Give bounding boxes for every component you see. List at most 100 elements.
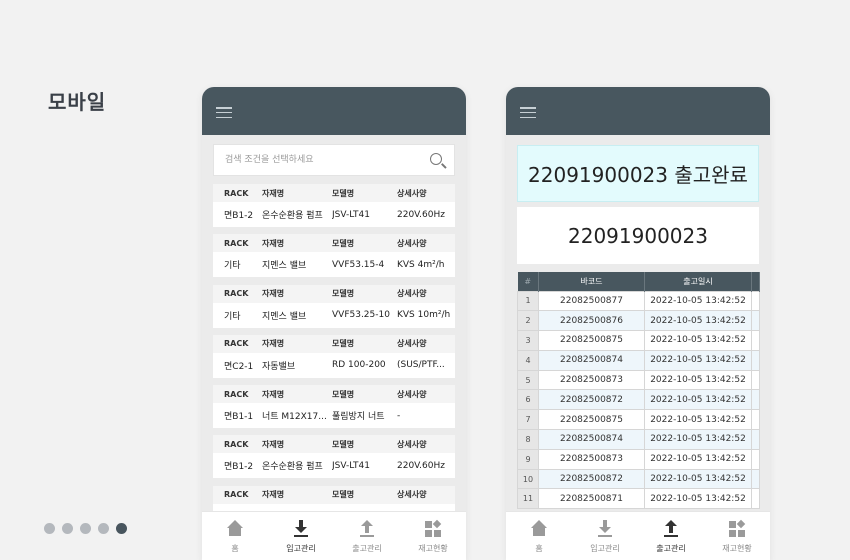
filler-cell (751, 369, 760, 391)
table-row[interactable]: 1 22082500877 2022-10-05 13:42:52 (517, 290, 760, 312)
table-row[interactable]: 5 22082500873 2022-10-05 13:42:52 (517, 369, 760, 391)
hamburger-menu-icon[interactable] (216, 107, 232, 118)
column-label: 자재명 (262, 238, 285, 248)
bottom-nav: 홈 입고관리 출고관리 재고현황 (202, 511, 466, 560)
spec-value: (SUS/PTF... (397, 360, 445, 371)
hamburger-menu-icon[interactable] (520, 107, 536, 118)
shipped-at-cell: 2022-10-05 13:42:52 (644, 389, 752, 411)
shipped-at-cell: 2022-10-05 13:42:52 (644, 409, 752, 431)
inventory-icon (728, 519, 746, 537)
search-bar (213, 144, 455, 176)
column-label: 상세사양 (397, 188, 427, 198)
row-index: 6 (517, 389, 539, 411)
row-index: 2 (517, 310, 539, 332)
filler-cell (751, 389, 760, 411)
shipment-code-display: 22091900023 (517, 207, 759, 264)
pagination-dot[interactable] (44, 523, 55, 534)
shipped-at-cell: 2022-10-05 13:42:52 (644, 468, 752, 490)
barcode-cell: 22082500875 (538, 330, 645, 351)
phone-mockup-shipping: 22091900023 출고완료 22091900023 # 바코드 출고일시 … (506, 87, 770, 560)
column-label: RACK (224, 238, 249, 248)
list-item[interactable]: RACK 자재명 모델명 상세사양 면B1-2 온수순환용 펌프 JSV-LT41 220V.… (213, 435, 455, 479)
material-name: 너트 M12X17... (262, 412, 327, 423)
table-row[interactable]: 9 22082500873 2022-10-05 13:42:52 (517, 448, 760, 470)
filler-cell (751, 290, 760, 312)
column-header-index: # (517, 272, 539, 291)
column-label: 상세사양 (397, 439, 427, 449)
table-row[interactable]: 2 22082500876 2022-10-05 13:42:52 (517, 310, 760, 332)
nav-label: 출고관리 (352, 544, 382, 553)
list-item-header: RACK 자재명 모델명 상세사양 (213, 435, 455, 454)
filler-cell (751, 349, 760, 371)
app-header (202, 87, 466, 135)
nav-item-download[interactable]: 입고관리 (572, 512, 638, 560)
rack-value: 기타 (224, 311, 241, 322)
inventory-icon (424, 519, 442, 537)
list-item-header: RACK 자재명 모델명 상세사양 (213, 184, 455, 202)
column-label: 자재명 (262, 339, 285, 349)
list-item[interactable]: RACK 자재명 모델명 상세사양 기타 지멘스 밸브 VVF53.15-4 KVS 4m²/… (213, 234, 455, 278)
list-item[interactable]: RACK 자재명 모델명 상세사양 면C2-1 자동밸브 RD 100-200 (SUS/PT… (213, 334, 455, 378)
list-item-values: 면B1-2 온수순환용 펌프 JSV-LT41 220V.60Hz (213, 202, 455, 227)
list-item[interactable]: RACK 자재명 모델명 상세사양 면B1-1 너트 M12X17... 풀림방지 너트 - (213, 385, 455, 429)
nav-label: 홈 (535, 544, 543, 553)
upload-icon (662, 520, 680, 537)
phone-mockup-receiving: RACK자재명모델명상세사양면B1-2온수순환용 펌프JSV-LT41220V.… (202, 87, 466, 560)
spec-value: KVS 4m²/h (397, 259, 445, 270)
pagination-dot[interactable] (80, 523, 91, 534)
material-list: RACK 자재명 모델명 상세사양 면B1-2 온수순환용 펌프 JSV-LT41 220V.… (213, 184, 455, 536)
table-row[interactable]: 7 22082500875 2022-10-05 13:42:52 (517, 409, 760, 431)
row-index: 3 (517, 330, 539, 351)
nav-item-download[interactable]: 입고관리 (268, 512, 334, 560)
material-name: 온수순환용 펌프 (262, 462, 323, 473)
shipped-at-cell: 2022-10-05 13:42:52 (644, 448, 752, 470)
barcode-cell: 22082500873 (538, 448, 645, 470)
table-row[interactable]: 6 22082500872 2022-10-05 13:42:52 (517, 389, 760, 411)
download-icon (596, 520, 614, 537)
nav-item-home[interactable]: 홈 (202, 512, 268, 560)
search-icon[interactable] (430, 153, 442, 165)
upload-icon (358, 520, 376, 537)
filler-cell (751, 409, 760, 431)
nav-label: 재고현황 (722, 544, 752, 553)
barcode-cell: 22082500876 (538, 310, 645, 332)
nav-item-upload[interactable]: 출고관리 (638, 512, 704, 560)
model-name: RD 100-200 (332, 360, 386, 371)
column-header-filler (751, 272, 760, 291)
row-index: 10 (517, 468, 539, 490)
rack-value: 면C2-1 (224, 361, 254, 372)
nav-item-upload[interactable]: 출고관리 (334, 512, 400, 560)
column-label: 자재명 (262, 490, 285, 500)
search-input[interactable] (214, 145, 414, 175)
pagination-dot[interactable] (98, 523, 109, 534)
nav-item-inventory[interactable]: 재고현황 (704, 512, 770, 560)
nav-item-home[interactable]: 홈 (506, 512, 572, 560)
table-row[interactable]: 10 22082500872 2022-10-05 13:42:52 (517, 468, 760, 490)
barcode-cell: 22082500874 (538, 429, 645, 450)
row-index: 9 (517, 448, 539, 470)
shipment-table: # 바코드 출고일시 1 22082500877 2022-10-05 13:42:… (517, 272, 760, 510)
row-index: 8 (517, 429, 539, 450)
pagination-dot[interactable] (62, 523, 73, 534)
column-label: RACK (224, 339, 249, 349)
filler-cell (751, 448, 760, 470)
list-item-header: RACK 자재명 모델명 상세사양 (213, 385, 455, 404)
column-label: RACK (224, 389, 249, 399)
table-row[interactable]: 11 22082500871 2022-10-05 13:42:52 (517, 488, 760, 510)
barcode-cell: 22082500873 (538, 369, 645, 391)
shipped-at-cell: 2022-10-05 13:42:52 (644, 429, 752, 450)
table-row[interactable]: 4 22082500874 2022-10-05 13:42:52 (517, 349, 760, 371)
table-row[interactable]: 3 22082500875 2022-10-05 13:42:52 (517, 330, 760, 351)
shipped-at-cell: 2022-10-05 13:42:52 (644, 349, 752, 371)
page-title: 모바일 (48, 90, 107, 114)
shipped-at-cell: 2022-10-05 13:42:52 (644, 330, 752, 351)
column-header-barcode: 바코드 (538, 272, 645, 291)
pagination-dot[interactable] (116, 523, 127, 534)
list-item-values: 면B1-1 너트 M12X17... 풀림방지 너트 - (213, 403, 455, 428)
barcode-cell: 22082500877 (538, 290, 645, 312)
list-item[interactable]: RACK 자재명 모델명 상세사양 기타 지멘스 밸브 VVF53.25-10 KVS 10m… (213, 284, 455, 328)
list-item[interactable]: RACK 자재명 모델명 상세사양 면B1-2 온수순환용 펌프 JSV-LT41 220V.… (213, 184, 455, 227)
table-row[interactable]: 8 22082500874 2022-10-05 13:42:52 (517, 429, 760, 450)
nav-item-inventory[interactable]: 재고현황 (400, 512, 466, 560)
column-label: RACK (224, 439, 249, 449)
